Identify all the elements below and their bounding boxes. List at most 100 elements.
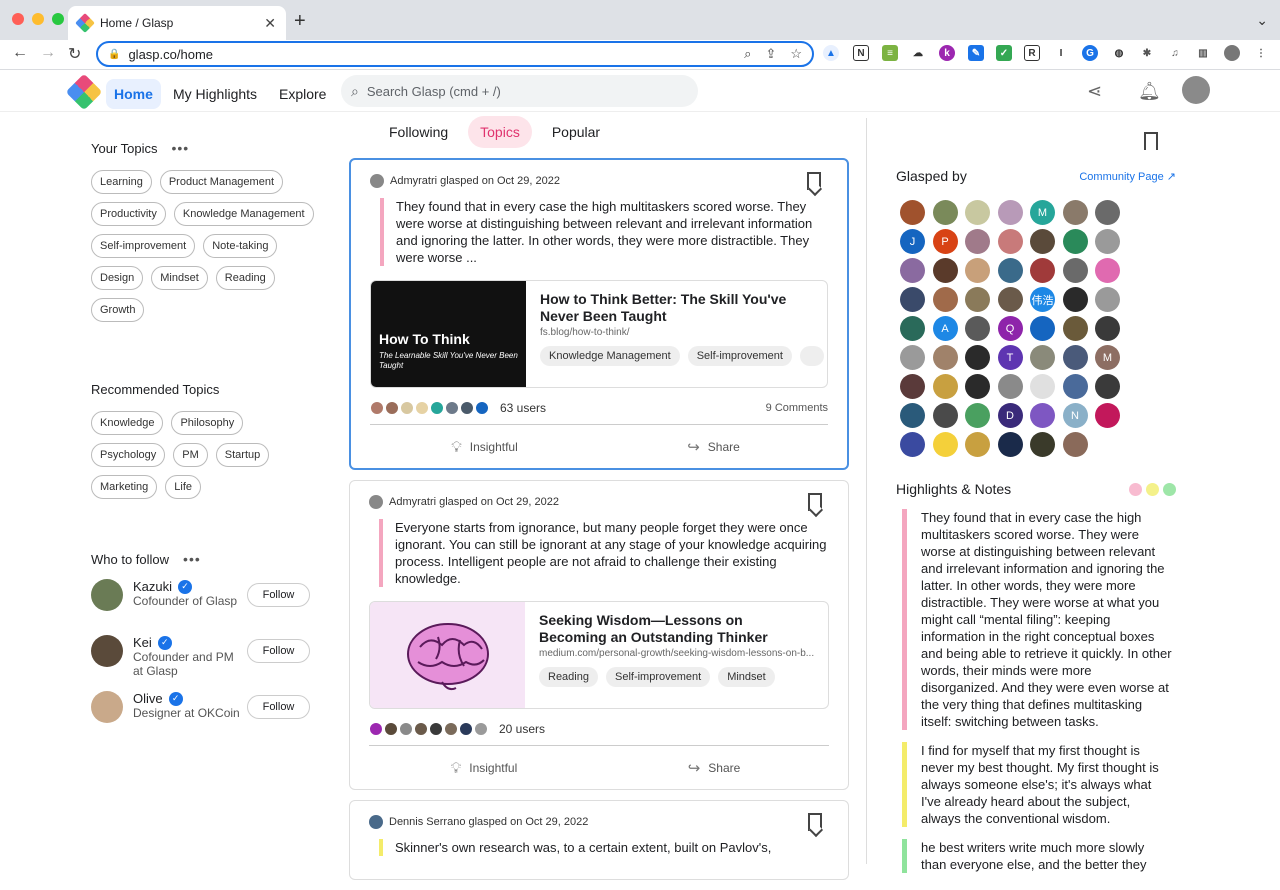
avatar[interactable] — [965, 229, 990, 254]
person-name[interactable]: Kei — [133, 635, 152, 650]
share-button[interactable]: ↪ Share — [599, 438, 828, 456]
avatar[interactable] — [91, 691, 123, 723]
avatar[interactable]: T — [997, 345, 1023, 370]
avatar[interactable] — [932, 432, 958, 457]
comments-count[interactable]: 9 Comments — [766, 402, 828, 414]
author-name[interactable]: Dennis Serrano — [389, 816, 465, 828]
avatar[interactable] — [1030, 432, 1055, 457]
topic-tag[interactable]: Learning — [91, 170, 152, 194]
bookmark-icon[interactable] — [808, 493, 822, 511]
avatar[interactable] — [965, 345, 990, 370]
avatar[interactable] — [91, 635, 123, 667]
avatar[interactable] — [1095, 258, 1120, 283]
avatar[interactable] — [91, 579, 123, 611]
topic-tag[interactable]: Startup — [215, 443, 270, 467]
avatar[interactable] — [900, 345, 925, 370]
topic-chip[interactable]: Mindset — [718, 667, 775, 687]
avatar[interactable] — [932, 258, 958, 283]
topic-chip-overflow[interactable] — [799, 346, 825, 366]
avatar[interactable]: N — [1062, 403, 1088, 428]
avatar[interactable] — [1030, 403, 1055, 428]
person-name[interactable]: Olive — [133, 691, 163, 706]
avatar[interactable] — [1062, 374, 1088, 399]
avatar[interactable] — [997, 287, 1023, 312]
avatar[interactable]: D — [997, 403, 1023, 428]
users-count[interactable]: 63 users — [500, 401, 546, 415]
feed-card[interactable]: Admyratri glasped on Oct 29, 2022 Everyo… — [349, 480, 849, 790]
avatar[interactable] — [997, 374, 1023, 399]
topic-tag[interactable]: Note-taking — [203, 234, 278, 258]
avatar[interactable]: M — [1030, 200, 1055, 225]
avatar[interactable]: 伟浩 — [1030, 287, 1055, 312]
search-input[interactable]: ⌕ Search Glasp (cmd + /) — [341, 75, 698, 107]
avatar[interactable]: P — [932, 229, 958, 254]
avatar[interactable] — [1030, 258, 1055, 283]
avatar[interactable] — [1062, 258, 1088, 283]
avatar[interactable] — [1062, 432, 1088, 457]
puzzle-icon[interactable]: ✱ — [1139, 45, 1155, 61]
avatar[interactable] — [965, 287, 990, 312]
bell-icon[interactable]: 🔔︎ — [1138, 81, 1161, 102]
avatar[interactable] — [932, 403, 958, 428]
topic-tag[interactable]: Growth — [91, 298, 145, 322]
share-button[interactable]: ↪ Share — [599, 759, 829, 777]
insightful-button[interactable]: 💡︎ Insightful — [369, 760, 599, 777]
avatar[interactable] — [900, 432, 925, 457]
avatar[interactable] — [1030, 316, 1055, 341]
topic-tag[interactable]: Philosophy — [171, 411, 244, 435]
avatar[interactable] — [932, 287, 958, 312]
tab-topics[interactable]: Topics — [468, 116, 532, 148]
tab-popular[interactable]: Popular — [540, 116, 612, 148]
avatar[interactable] — [1062, 345, 1088, 370]
avatar[interactable] — [370, 174, 384, 188]
topic-tag[interactable]: Knowledge Management — [173, 202, 314, 226]
avatar[interactable] — [997, 229, 1023, 254]
article-link-card[interactable]: How To Think The Learnable Skill You've … — [370, 280, 828, 388]
green-dot-icon[interactable] — [1163, 482, 1176, 496]
extension-icon[interactable]: ▲ — [823, 45, 839, 61]
avatar[interactable] — [369, 495, 383, 509]
author-name[interactable]: Admyratri — [390, 175, 437, 187]
topic-tag[interactable]: Knowledge — [91, 411, 164, 435]
feed-card[interactable]: Dennis Serrano glasped on Oct 29, 2022 S… — [349, 800, 849, 880]
pink-dot-icon[interactable] — [1129, 482, 1142, 496]
topic-chip[interactable]: Reading — [539, 667, 598, 687]
avatar[interactable] — [932, 345, 958, 370]
topic-chip[interactable]: Self-improvement — [687, 346, 792, 366]
avatar[interactable] — [965, 258, 990, 283]
article-link-card[interactable]: Seeking Wisdom—Lessons on Becoming an Ou… — [369, 601, 829, 709]
avatar[interactable] — [1030, 345, 1055, 370]
checkbox-extension-icon[interactable]: ✓ — [996, 45, 1012, 61]
feed-card[interactable]: Admyratri glasped on Oct 29, 2022 They f… — [349, 158, 849, 470]
avatar[interactable] — [1062, 316, 1088, 341]
avatar[interactable]: Q — [997, 316, 1023, 341]
avatar[interactable] — [1062, 200, 1088, 225]
extension-icon[interactable]: ≡ — [882, 45, 898, 61]
avatar[interactable]: M — [1095, 345, 1120, 370]
extension-icon[interactable]: ✎ — [968, 45, 984, 61]
topic-tag[interactable]: Psychology — [91, 443, 166, 467]
profile-avatar-icon[interactable] — [1224, 45, 1240, 61]
topic-tag[interactable]: Productivity — [91, 202, 166, 226]
extension-icon[interactable]: k — [939, 45, 955, 61]
community-page-link[interactable]: Community Page ↗ — [1079, 170, 1176, 183]
avatar[interactable] — [900, 374, 925, 399]
avatar[interactable] — [965, 432, 990, 457]
avatar[interactable] — [1095, 287, 1120, 312]
bookmark-icon[interactable] — [808, 813, 822, 831]
minimize-window-button[interactable] — [32, 13, 44, 25]
share-page-icon[interactable]: ⇪ — [765, 46, 776, 62]
media-icon[interactable]: ♫ — [1167, 45, 1183, 61]
tab-following[interactable]: Following — [377, 116, 460, 148]
topic-chip[interactable]: Self-improvement — [605, 667, 711, 687]
menu-dots-icon[interactable]: ⋮ — [1253, 45, 1269, 61]
close-window-button[interactable] — [12, 13, 24, 25]
avatar[interactable] — [965, 200, 990, 225]
close-tab-icon[interactable]: ✕ — [264, 15, 276, 32]
topic-tag[interactable]: Self-improvement — [91, 234, 196, 258]
topic-tag[interactable]: Reading — [215, 266, 275, 290]
author-name[interactable]: Admyratri — [389, 496, 436, 508]
bookmark-icon[interactable] — [807, 172, 821, 190]
more-icon[interactable]: ••• — [183, 551, 201, 567]
share-icon[interactable]: ⋖ — [1087, 81, 1102, 102]
